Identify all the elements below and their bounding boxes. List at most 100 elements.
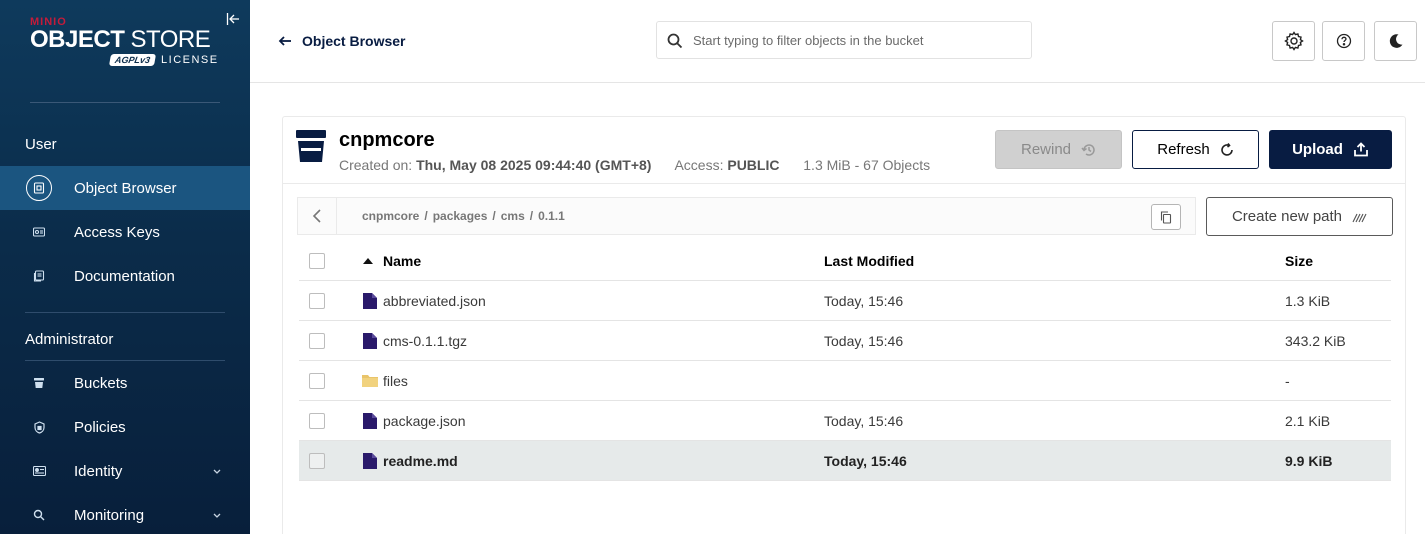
create-new-path-button[interactable]: Create new path xyxy=(1206,197,1393,236)
column-header-size[interactable]: Size xyxy=(1285,253,1313,269)
object-size: 9.9 KiB xyxy=(1285,453,1333,469)
bucket-icon xyxy=(26,370,52,396)
upload-icon xyxy=(1354,142,1368,157)
help-icon xyxy=(1336,33,1351,49)
sidebar-item-label: Documentation xyxy=(74,267,175,285)
bucket-name: cnpmcore xyxy=(339,129,435,151)
breadcrumb-item[interactable]: packages xyxy=(433,209,488,223)
documentation-icon xyxy=(26,263,52,289)
copy-path-button[interactable] xyxy=(1151,204,1181,230)
row-checkbox[interactable] xyxy=(309,453,325,469)
gear-icon xyxy=(1283,31,1304,51)
row-checkbox[interactable] xyxy=(309,333,325,349)
brand-title: OBJECT STORE xyxy=(30,26,211,53)
sort-ascending-icon[interactable] xyxy=(363,258,373,264)
object-name: abbreviated.json xyxy=(383,293,486,309)
bucket-panel: cnpmcore Created on: Thu, May 08 2025 09… xyxy=(282,116,1406,534)
object-size: 1.3 KiB xyxy=(1285,293,1331,309)
breadcrumb-item[interactable]: cms xyxy=(501,209,525,223)
moon-icon xyxy=(1389,34,1402,48)
sidebar-item-access-keys[interactable]: Access Keys xyxy=(0,210,250,254)
sidebar-item-label: Access Keys xyxy=(74,223,160,241)
brand-license: AGPLv3 LICENSE xyxy=(108,54,219,66)
sidebar-item-identity[interactable]: Identity xyxy=(0,449,250,493)
search-box xyxy=(656,21,1032,59)
sidebar-item-monitoring[interactable]: Monitoring xyxy=(0,493,250,534)
object-modified: Today, 15:46 xyxy=(824,453,907,469)
object-browser-icon xyxy=(26,175,52,201)
table-row[interactable]: abbreviated.json Today, 15:46 1.3 KiB xyxy=(299,281,1391,321)
section-title-user: User xyxy=(25,136,57,153)
sidebar-item-label: Buckets xyxy=(74,374,128,392)
back-to-object-browser-link[interactable]: Object Browser xyxy=(278,33,405,49)
search-icon xyxy=(667,33,683,49)
row-checkbox[interactable] xyxy=(309,413,325,429)
arrow-left-icon xyxy=(278,36,291,46)
breadcrumb: cnpmcore / packages / cms/0.1.1 xyxy=(297,197,1196,235)
breadcrumb-path: cnpmcore / packages / cms/0.1.1 xyxy=(362,209,565,223)
access-keys-icon xyxy=(26,219,52,245)
select-all-checkbox[interactable] xyxy=(309,253,325,269)
help-button[interactable] xyxy=(1322,21,1365,61)
chevron-down-icon xyxy=(213,469,221,474)
file-icon xyxy=(363,293,377,309)
sidebar: MINIO OBJECT STORE AGPLv3 LICENSE User O… xyxy=(0,0,250,534)
chevron-left-icon[interactable] xyxy=(310,208,324,224)
table-row[interactable]: files - xyxy=(299,361,1391,401)
object-modified: Today, 15:46 xyxy=(824,413,904,429)
sidebar-item-policies[interactable]: Policies xyxy=(0,405,250,449)
access-value: PUBLIC xyxy=(727,157,780,173)
chevron-down-icon xyxy=(213,513,221,518)
breadcrumb-item[interactable]: 0.1.1 xyxy=(538,209,565,223)
sidebar-item-object-browser[interactable]: Object Browser xyxy=(0,166,250,210)
column-header-name[interactable]: Name xyxy=(383,253,421,269)
created-label: Created on: xyxy=(339,157,413,173)
table-header-row: Name Last Modified Size xyxy=(299,241,1391,281)
table-row[interactable]: cms-0.1.1.tgz Today, 15:46 343.2 KiB xyxy=(299,321,1391,361)
row-checkbox[interactable] xyxy=(309,293,325,309)
bucket-icon xyxy=(296,130,326,162)
monitoring-icon xyxy=(26,502,52,528)
refresh-button[interactable]: Refresh xyxy=(1132,130,1259,169)
upload-button[interactable]: Upload xyxy=(1269,130,1392,169)
object-name: files xyxy=(383,373,408,389)
table-row[interactable]: package.json Today, 15:46 2.1 KiB xyxy=(299,401,1391,441)
table-row[interactable]: readme.md Today, 15:46 9.9 KiB xyxy=(299,441,1391,481)
bucket-meta: Created on: Thu, May 08 2025 09:44:40 (G… xyxy=(339,157,930,173)
access-label: Access: xyxy=(674,157,724,173)
upload-label: Upload xyxy=(1292,141,1343,158)
settings-button[interactable] xyxy=(1272,21,1315,61)
column-header-last-modified[interactable]: Last Modified xyxy=(824,253,914,269)
history-icon xyxy=(1081,143,1095,156)
sidebar-item-label: Object Browser xyxy=(74,179,177,197)
refresh-icon xyxy=(1220,142,1233,156)
sidebar-item-label: Policies xyxy=(74,418,126,436)
breadcrumb-item[interactable]: cnpmcore xyxy=(362,209,419,223)
object-size: 2.1 KiB xyxy=(1285,413,1331,429)
copy-icon xyxy=(1160,210,1172,224)
filter-objects-input[interactable] xyxy=(693,22,1023,58)
section-divider xyxy=(25,312,225,313)
object-name: package.json xyxy=(383,413,466,429)
policy-shield-icon xyxy=(26,414,52,440)
back-link-label: Object Browser xyxy=(302,33,406,49)
sidebar-item-buckets[interactable]: Buckets xyxy=(0,361,250,405)
create-new-path-label: Create new path xyxy=(1231,208,1343,225)
sidebar-item-documentation[interactable]: Documentation xyxy=(0,254,250,298)
brand-logo: MINIO OBJECT STORE AGPLv3 LICENSE xyxy=(30,16,219,66)
identity-icon xyxy=(26,458,52,484)
rewind-button[interactable]: Rewind xyxy=(995,130,1122,169)
object-size: - xyxy=(1285,373,1290,389)
rewind-label: Rewind xyxy=(1020,141,1072,158)
object-size: 343.2 KiB xyxy=(1285,333,1346,349)
dark-mode-toggle[interactable] xyxy=(1374,21,1417,61)
object-name: cms-0.1.1.tgz xyxy=(383,333,468,349)
file-icon xyxy=(363,453,377,469)
collapse-sidebar-icon[interactable] xyxy=(226,12,240,26)
object-name: readme.md xyxy=(383,453,458,469)
object-modified: Today, 15:46 xyxy=(824,333,904,349)
row-checkbox[interactable] xyxy=(309,373,325,389)
top-header: Object Browser xyxy=(250,0,1425,83)
objects-table: Name Last Modified Size abbreviated.json… xyxy=(299,241,1391,481)
license-text: LICENSE xyxy=(161,54,219,66)
